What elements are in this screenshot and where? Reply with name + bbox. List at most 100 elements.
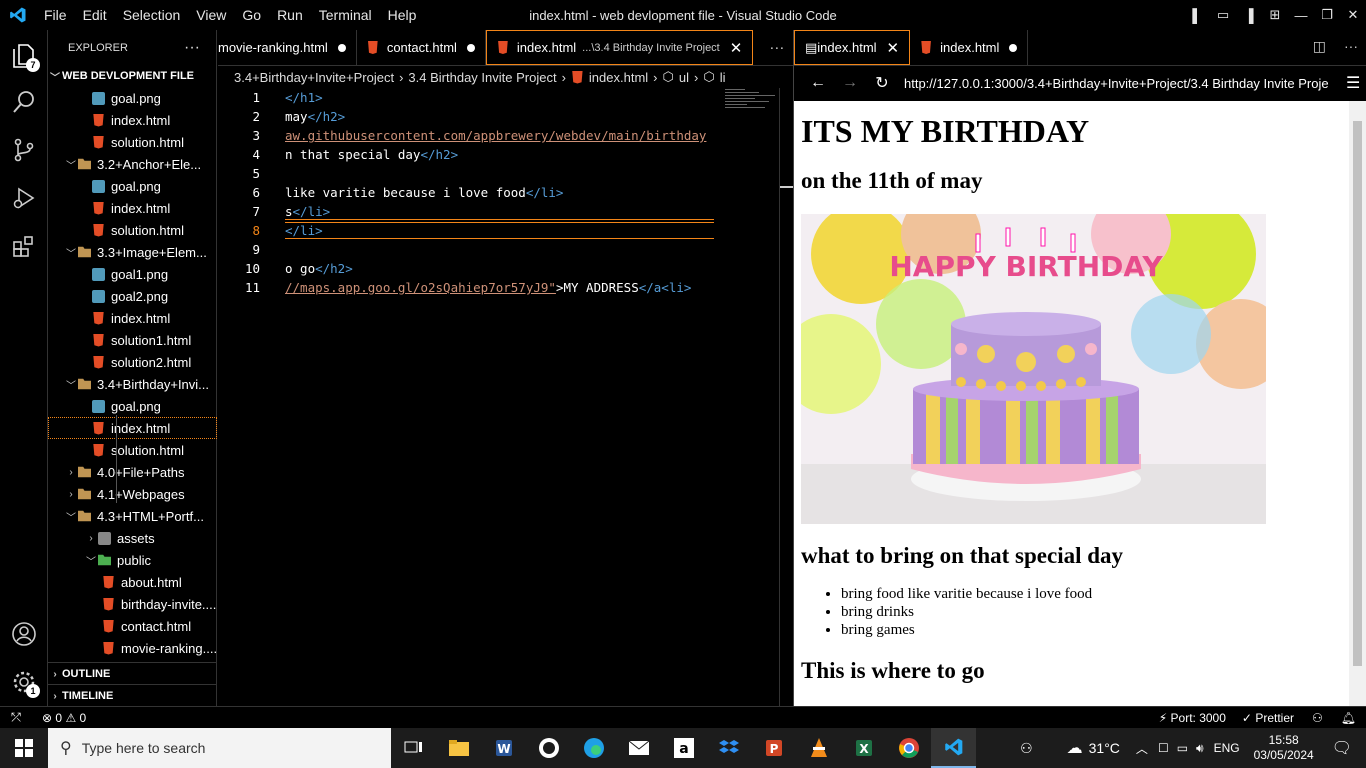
people-icon[interactable]: ⚇ [1020,740,1033,757]
code-line[interactable]: 8 </li> [218,221,778,240]
menu-icon[interactable]: ☰ [1346,73,1360,93]
close-icon[interactable]: ✕ [730,39,743,57]
windows-start-icon[interactable] [0,728,48,768]
modified-dot-icon[interactable] [1009,43,1018,52]
code-line[interactable]: 6 like varitie because i love food</li> [218,183,778,202]
task-view-icon[interactable] [391,728,436,768]
menu-file[interactable]: File [36,7,75,23]
file-item[interactable]: index.html [48,197,217,219]
editor-tab[interactable]: movie-ranking.html [218,30,357,65]
file-item[interactable]: goal1.png [48,263,217,285]
breadcrumb-item[interactable]: ul [679,70,689,85]
minimize-button[interactable]: — [1288,8,1314,23]
file-item[interactable]: birthday-invite.... [48,593,217,615]
file-explorer-icon[interactable] [436,728,481,768]
menu-help[interactable]: Help [380,7,425,23]
port-status[interactable]: ⚡ Port: 3000 [1159,711,1226,725]
folder-item[interactable]: › 4.0+File+Paths [48,461,217,483]
file-item[interactable]: index.html [48,109,217,131]
folder-item[interactable]: ﹀ 3.2+Anchor+Ele... [48,153,217,175]
folder-item[interactable]: ﹀ 3.4+Birthday+Invi... [48,373,217,395]
problems-indicator[interactable]: ⊗ 0 ⚠ 0 [42,711,86,725]
file-item[interactable]: about.html [48,571,217,593]
search-icon[interactable] [0,78,48,126]
file-item[interactable]: index.html [48,307,217,329]
code-line[interactable]: 1 </h1> [218,88,778,107]
breadcrumb-item[interactable]: index.html [589,70,648,85]
code-line[interactable]: 7 s</li> [218,202,778,221]
layout-panel-icon[interactable]: ▭ [1210,7,1236,23]
preview-tab[interactable]: ▤ index.html ✕ [794,30,911,65]
code-line[interactable]: 2 may</h2> [218,107,778,126]
modified-dot-icon[interactable] [466,43,475,52]
menu-terminal[interactable]: Terminal [311,7,380,23]
folder-item[interactable]: ﹀ public [48,549,217,571]
timeline-section[interactable]: › TIMELINE [48,684,217,707]
accounts-status-icon[interactable]: ⚇ [1312,711,1323,725]
breadcrumb-item[interactable]: li [720,70,726,85]
prettier-status[interactable]: ✓ Prettier [1242,711,1294,725]
menu-run[interactable]: Run [269,7,311,23]
chrome-icon[interactable] [886,728,931,768]
close-icon[interactable]: ✕ [887,39,900,57]
preview-tab[interactable]: index.html [910,30,1029,65]
file-item[interactable]: contact.html [48,615,217,637]
code-line[interactable]: 10 o go</h2> [218,259,778,278]
file-item[interactable]: index.html [48,417,217,439]
powerpoint-icon[interactable]: P [751,728,796,768]
modified-dot-icon[interactable] [337,43,346,52]
extensions-icon[interactable] [0,222,48,270]
network-icon[interactable]: ▭ [1177,741,1188,755]
file-item[interactable]: goal2.png [48,285,217,307]
more-actions-icon[interactable]: ··· [1344,38,1358,55]
editor-tab[interactable]: contact.html [357,30,486,65]
breadcrumb-item[interactable]: 3.4 Birthday Invite Project [408,70,556,85]
customize-layout-icon[interactable]: ⊞ [1262,7,1288,23]
settings-gear-icon[interactable]: 1 [0,658,48,706]
vlc-icon[interactable] [796,728,841,768]
folder-item[interactable]: › 4.1+Webpages [48,483,217,505]
remote-icon[interactable]: ⤱ [0,710,32,725]
volume-icon[interactable]: 🔊︎ [1196,741,1204,756]
layout-sidebar-right-icon[interactable]: ▐ [1236,8,1262,23]
menu-selection[interactable]: Selection [115,7,189,23]
notifications-bell-icon[interactable]: 🔔︎ [1341,711,1356,725]
editor-scrollbar[interactable] [779,88,793,706]
back-arrow-icon[interactable]: ← [802,74,834,92]
excel-icon[interactable]: X [841,728,886,768]
outline-section[interactable]: › OUTLINE [48,662,217,685]
breadcrumb-item[interactable]: 3.4+Birthday+Invite+Project [234,70,394,85]
run-debug-icon[interactable] [0,174,48,222]
amazon-icon[interactable]: a [661,728,706,768]
forward-arrow-icon[interactable]: → [834,74,866,92]
menu-view[interactable]: View [188,7,234,23]
file-item[interactable]: goal.png [48,395,217,417]
reload-icon[interactable]: ↻ [866,73,898,93]
taskbar-search-box[interactable]: ⚲ Type here to search [48,728,391,768]
file-item[interactable]: solution2.html [48,351,217,373]
layout-sidebar-left-icon[interactable]: ▌ [1184,8,1210,23]
code-editor[interactable]: 1 </h1> 2 may</h2> 3 aw.githubusercontent.com… [218,88,778,297]
file-item[interactable]: solution1.html [48,329,217,351]
source-control-icon[interactable] [0,126,48,174]
weather-cloud-icon[interactable]: ☁ [1067,738,1083,758]
editor-tab[interactable]: index.html ...\3.4 Birthday Invite Projec… [485,30,754,65]
language-indicator[interactable]: ENG [1214,741,1240,755]
menu-go[interactable]: Go [234,7,269,23]
edge-browser-icon[interactable] [571,728,616,768]
folder-item[interactable]: ﹀ 4.3+HTML+Portf... [48,505,217,527]
code-line[interactable]: 4 n that special day</h2> [218,145,778,164]
menu-edit[interactable]: Edit [75,7,115,23]
file-item[interactable]: goal.png [48,175,217,197]
word-icon[interactable]: W [481,728,526,768]
minimap[interactable] [725,88,781,108]
temperature-label[interactable]: 31°C [1089,740,1120,756]
restore-button[interactable]: ❐ [1314,7,1340,23]
dropbox-icon[interactable] [706,728,751,768]
address-bar[interactable]: http://127.0.0.1:3000/3.4+Birthday+Invit… [904,76,1334,91]
github-icon[interactable] [526,728,571,768]
folder-item[interactable]: › assets [48,527,217,549]
code-line[interactable]: 11 //maps.app.goo.gl/o2sQahiep7or57yJ9">M… [218,278,778,297]
close-window-button[interactable]: ✕ [1340,7,1366,23]
file-item[interactable]: solution.html [48,131,217,153]
